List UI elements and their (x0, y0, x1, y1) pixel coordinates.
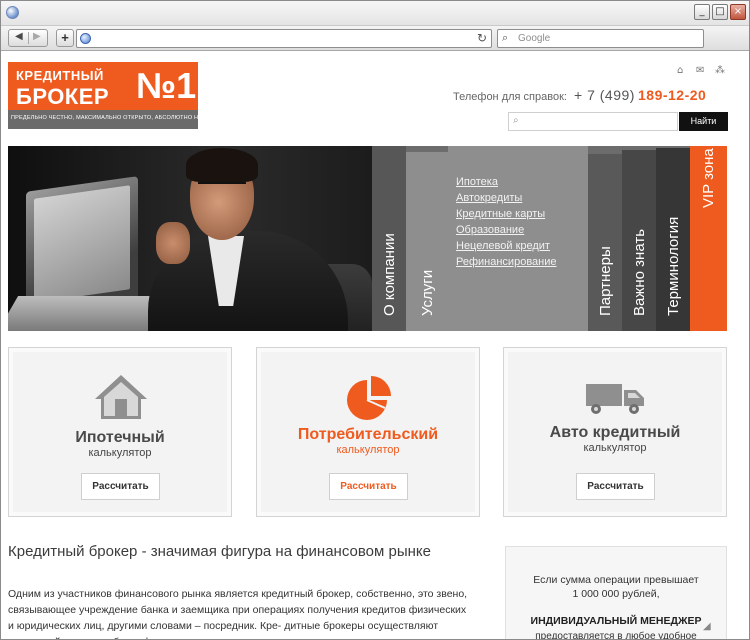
phone-number: 189-12-20 (638, 87, 707, 103)
address-bar[interactable]: ↻ (76, 29, 492, 48)
close-button[interactable]: × (730, 4, 746, 20)
calculate-button[interactable]: Рассчитать (576, 473, 655, 500)
search-icon: ⌕ (513, 115, 519, 126)
tab-services[interactable]: Услуги (406, 152, 448, 331)
calc-subtitle: калькулятор (88, 447, 152, 459)
browser-search-field[interactable]: ⌕ Google (497, 29, 704, 48)
tab-partners-label: Партнеры (597, 246, 614, 316)
logo-line1: КРЕДИТНЫЙ (16, 68, 104, 83)
back-button[interactable]: ◀ (15, 31, 23, 42)
browser-app-icon (6, 6, 19, 19)
photo-person-glasses (198, 182, 246, 190)
article-text: Одним из участников финансового рынка яв… (8, 588, 468, 639)
sidebox-heading: ИНДИВИДУАЛЬНЫЙ МЕНЕДЖЕР (530, 615, 702, 627)
tab-terminology[interactable]: Терминология (656, 148, 690, 331)
mortgage-calculator-card: Ипотечный калькулятор Рассчитать (8, 347, 232, 517)
tab-vip[interactable]: VIP зона (690, 146, 727, 331)
article-title: Кредитный брокер - значимая фигура на фи… (8, 543, 431, 560)
logo-line2: БРОКЕР (16, 84, 110, 109)
tab-terminology-label: Терминология (665, 216, 682, 316)
submenu-link-education[interactable]: Образование (456, 224, 524, 236)
services-submenu: Ипотека Автокредиты Кредитные карты Обра… (448, 146, 588, 331)
submenu-link-refinancing[interactable]: Рефинансирование (456, 256, 557, 268)
tab-about-label: О компании (381, 233, 398, 316)
hero-photo (8, 146, 372, 331)
sidebox-line1: Если сумма операции превышает (533, 574, 699, 586)
logo-tagline: ПРЕДЕЛЬНО ЧЕСТНО, МАКСИМАЛЬНО ОТКРЫТО, А… (11, 115, 226, 121)
site-search-button[interactable]: Найти (679, 112, 728, 131)
calculate-button[interactable]: Рассчитать (81, 473, 160, 500)
web-page: КРЕДИТНЫЙ БРОКЕР №1 ПРЕДЕЛЬНО ЧЕСТНО, МА… (1, 52, 749, 639)
sidebox-text: Если сумма операции превышает 1 000 000 … (506, 573, 726, 601)
site-search-input[interactable]: ⌕ (508, 112, 678, 131)
phone-label: Телефон для справок: (453, 91, 567, 103)
new-tab-button[interactable]: + (56, 29, 74, 47)
phone-block: Телефон для справок: + 7 (499) 189-12-20 (453, 87, 706, 103)
house-icon (95, 375, 147, 419)
sitemap-icon[interactable]: ⁂ (715, 65, 725, 76)
globe-icon (80, 33, 91, 44)
logo-number: №1 (136, 65, 197, 106)
calculate-button[interactable]: Рассчитать (329, 473, 408, 500)
calc-subtitle: калькулятор (583, 442, 647, 454)
calc-title: Авто кредитный (549, 424, 681, 441)
photo-person-hand (156, 222, 190, 264)
window-titlebar: _ □ × (0, 0, 750, 26)
main-menu: О компании Услуги Ипотека Автокредиты Кр… (372, 146, 727, 331)
tab-vip-label: VIP зона (700, 148, 717, 208)
resize-grip-icon[interactable]: ◢ (703, 621, 717, 635)
photo-laptop-screen (34, 185, 130, 303)
tab-about[interactable]: О компании (372, 146, 406, 331)
phone-code: + 7 (499) (574, 87, 635, 103)
sidebox-line4: предоставляется в любое удобное (535, 631, 697, 639)
tab-services-label: Услуги (419, 269, 436, 316)
submenu-link-credit-cards[interactable]: Кредитные карты (456, 208, 545, 220)
mail-icon[interactable]: ✉ (696, 65, 704, 76)
pie-chart-icon (347, 376, 391, 420)
calc-title: Потребительский (297, 426, 439, 443)
tab-partners[interactable]: Партнеры (588, 154, 622, 331)
individual-manager-box: Если сумма операции превышает 1 000 000 … (505, 546, 727, 639)
photo-person-hair (186, 148, 258, 182)
calc-title: Ипотечный (75, 429, 165, 446)
nav-divider (28, 32, 29, 44)
home-icon[interactable]: ⌂ (677, 65, 683, 76)
logo-tagline-strip: ПРЕДЕЛЬНО ЧЕСТНО, МАКСИМАЛЬНО ОТКРЫТО, А… (8, 110, 226, 129)
browser-search-placeholder: Google (518, 33, 551, 44)
maximize-button[interactable]: □ (712, 4, 728, 20)
tab-important-label: Важно знать (631, 228, 648, 316)
reload-button[interactable]: ↻ (477, 31, 487, 45)
sidebox-line2: 1 000 000 рублей, (572, 588, 660, 600)
truck-icon (586, 384, 644, 414)
submenu-link-mortgage[interactable]: Ипотека (456, 176, 498, 188)
nav-buttons: ◀ ▶ (8, 29, 48, 47)
auto-calculator-card: Авто кредитный калькулятор Рассчитать (503, 347, 727, 517)
calc-subtitle: калькулятор (336, 444, 400, 456)
search-icon: ⌕ (502, 31, 509, 44)
consumer-calculator-card: Потребительский калькулятор Рассчитать (256, 347, 480, 517)
hero-banner: О компании Услуги Ипотека Автокредиты Кр… (8, 146, 727, 331)
submenu-link-untargeted-loan[interactable]: Нецелевой кредит (456, 240, 550, 252)
browser-toolbar: ◀ ▶ + ↻ ⌕ Google (0, 26, 750, 51)
tab-important[interactable]: Важно знать (622, 150, 656, 331)
submenu-link-autoloans[interactable]: Автокредиты (456, 192, 522, 204)
forward-button[interactable]: ▶ (33, 31, 41, 42)
minimize-button[interactable]: _ (694, 4, 710, 20)
